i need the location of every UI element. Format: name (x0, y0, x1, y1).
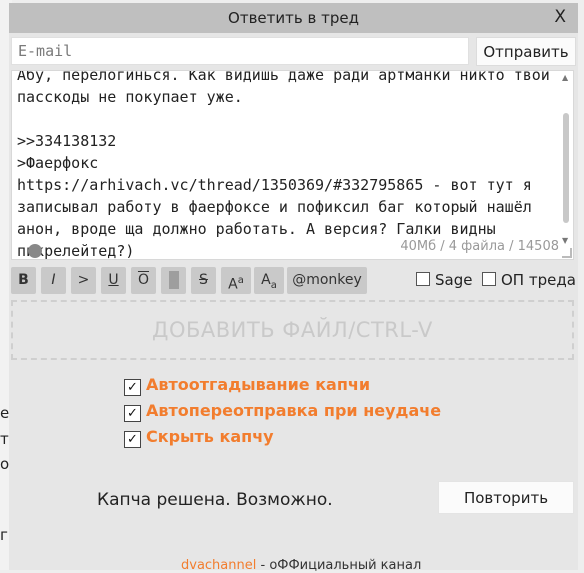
message-textarea[interactable]: Абу, перелогинься. Как видишь даже ради … (11, 70, 574, 260)
strike-label: S (199, 272, 208, 288)
bold-button[interactable]: B (11, 267, 36, 294)
spoiler-button[interactable] (161, 267, 186, 294)
spoiler-icon (168, 271, 179, 289)
op-label: ОП треда (501, 271, 576, 289)
superscript-small: a (237, 275, 244, 286)
monkey-mention-button[interactable]: @monkey (287, 267, 367, 294)
file-size-counter: 40Мб / 4 файла / 14508 (398, 239, 561, 254)
dialog-titlebar[interactable]: Ответить в тред X (9, 3, 578, 33)
option-auto-solve[interactable]: ✓ Автоотгадывание капчи (124, 375, 441, 401)
scroll-up-icon[interactable]: ▲ (562, 73, 568, 82)
checkbox-checked-icon[interactable]: ✓ (124, 379, 141, 396)
reply-dialog: Ответить в тред X Отправить Абу, перелог… (9, 3, 578, 573)
sage-checkbox[interactable]: Sage (416, 271, 472, 289)
superscript-base: A (228, 276, 238, 293)
checkbox-checked-icon[interactable]: ✓ (124, 405, 141, 422)
sage-checkbox-box[interactable] (416, 272, 430, 286)
scroll-thumb[interactable] (563, 113, 569, 223)
captcha-options: ✓ Автоотгадывание капчи ✓ Автопереотправка… (124, 375, 441, 453)
checkbox-checked-icon[interactable]: ✓ (124, 431, 141, 448)
underline-button[interactable]: U (101, 267, 126, 294)
message-text: Абу, перелогинься. Как видишь даже ради … (17, 70, 550, 260)
op-checkbox-box[interactable] (482, 272, 496, 286)
sage-label: Sage (435, 271, 473, 289)
footer-text: - оФФициальный канал (256, 558, 422, 573)
footer: dvachannel - оФФициальный канал (181, 558, 421, 573)
option-label: Скрыть капчу (146, 427, 274, 446)
underline-label: U (108, 272, 119, 288)
quote-button[interactable]: > (71, 267, 96, 294)
scroll-down-icon[interactable]: ▼ (562, 236, 568, 245)
file-dropzone[interactable]: ДОБАВИТЬ ФАЙЛ/CTRL-V (11, 300, 574, 360)
background-text-fragment: о (0, 455, 10, 473)
email-field[interactable] (11, 37, 469, 65)
overline-label: O (137, 272, 150, 288)
option-hide-captcha[interactable]: ✓ Скрыть капчу (124, 427, 441, 453)
channel-link[interactable]: dvachannel (181, 558, 256, 573)
strike-button[interactable]: S (191, 267, 216, 294)
subscript-small: a (270, 279, 277, 291)
subscript-base: A (261, 272, 271, 288)
op-checkbox[interactable]: ОП треда (482, 271, 576, 289)
avatar (28, 244, 42, 258)
retry-button[interactable]: Повторить (438, 481, 574, 514)
dialog-title: Ответить в тред (228, 9, 359, 27)
background-text-fragment: е (0, 404, 10, 422)
background-text-fragment: г (0, 526, 8, 544)
superscript-button[interactable]: Aa (221, 267, 251, 294)
background-text-fragment: т (0, 430, 9, 448)
option-auto-resend[interactable]: ✓ Автопереотправка при неудаче (124, 401, 441, 427)
overline-button[interactable]: O (131, 267, 156, 294)
textarea-scrollbar[interactable]: ▲ ▼ (561, 73, 571, 245)
resize-grip-icon[interactable] (562, 248, 572, 258)
subscript-button[interactable]: Aa (254, 267, 284, 294)
option-label: Автоотгадывание капчи (146, 375, 371, 394)
close-button[interactable]: X (554, 7, 566, 27)
italic-button[interactable]: I (41, 267, 66, 294)
option-label: Автопереотправка при неудаче (146, 401, 442, 420)
send-button[interactable]: Отправить (476, 37, 576, 66)
captcha-status: Капча решена. Возможно. (97, 490, 333, 510)
